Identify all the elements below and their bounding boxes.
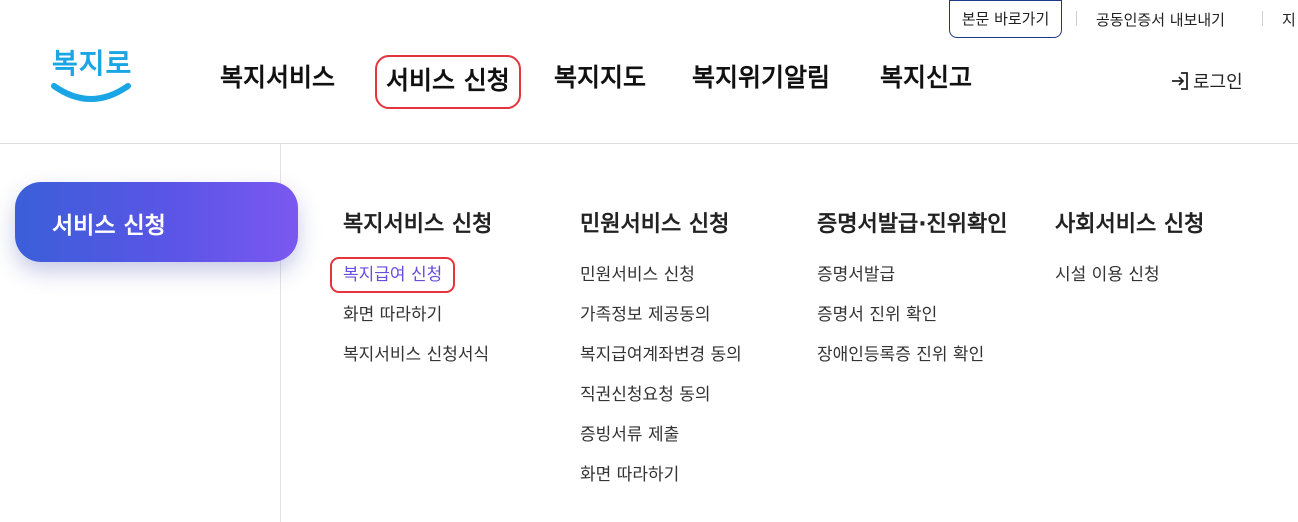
gnb-item-welfare-report[interactable]: 복지신고	[880, 56, 972, 100]
menu-list: 민원서비스 신청 가족정보 제공동의 복지급여계좌변경 동의 직권신청요청 동의…	[580, 262, 742, 502]
header-divider	[0, 143, 1298, 144]
menu-column-title: 사회서비스 신청	[1055, 212, 1205, 237]
gnb-item-welfare-map[interactable]: 복지지도	[554, 56, 646, 100]
menu-item[interactable]: 증빙서류 제출	[580, 422, 742, 462]
menu-item[interactable]: 증명서 진위 확인	[817, 302, 1008, 342]
menu-column-certificate: 증명서발급·진위확인 증명서발급 증명서 진위 확인 장애인등록증 진위 확인	[817, 208, 1008, 382]
menu-column-title: 민원서비스 신청	[580, 212, 730, 237]
utility-link-truncated[interactable]: 지	[1282, 9, 1296, 30]
side-category-card: 서비스 신청	[15, 182, 298, 262]
menu-item[interactable]: 시설 이용 신청	[1055, 262, 1204, 302]
menu-item[interactable]: 직권신청요청 동의	[580, 382, 742, 422]
menu-item[interactable]: 장애인등록증 진위 확인	[817, 342, 1008, 382]
menu-item-welfare-benefit-apply[interactable]: 복지급여 신청	[330, 257, 456, 293]
login-button[interactable]: 로그인	[1170, 68, 1243, 94]
menu-item[interactable]: 가족정보 제공동의	[580, 302, 742, 342]
utility-separator	[1262, 11, 1263, 26]
menu-item-label[interactable]: 복지서비스 신청서식	[343, 342, 489, 368]
menu-column-welfare-service: 복지서비스 신청 복지급여 신청 화면 따라하기 복지서비스 신청서식	[330, 208, 493, 382]
menu-item-label[interactable]: 증명서발급	[817, 262, 895, 288]
skip-to-content-link[interactable]: 본문 바로가기	[949, 0, 1062, 38]
gnb-item-welfare-service[interactable]: 복지서비스	[220, 56, 335, 100]
menu-item-label[interactable]: 복지급여계좌변경 동의	[580, 342, 742, 368]
menu-item-label[interactable]: 직권신청요청 동의	[580, 382, 711, 408]
side-category-title: 서비스 신청	[52, 213, 166, 239]
site-logo[interactable]: 복지로	[46, 40, 136, 110]
menu-list: 복지급여 신청 화면 따라하기 복지서비스 신청서식	[330, 257, 492, 382]
menu-item-label[interactable]: 가족정보 제공동의	[580, 302, 711, 328]
gnb-item-service-application[interactable]: 서비스 신청	[375, 55, 521, 109]
menu-column-social-service: 사회서비스 신청 시설 이용 신청	[1055, 208, 1204, 302]
login-arrow-icon	[1172, 72, 1188, 90]
menu-column-title: 증명서발급·진위확인	[817, 212, 1008, 237]
menu-item[interactable]: 증명서발급	[817, 262, 1008, 302]
menu-item-label[interactable]: 시설 이용 신청	[1055, 262, 1160, 288]
menu-item[interactable]: 복지급여 신청	[330, 257, 492, 302]
gnb-item-crisis-alert[interactable]: 복지위기알림	[692, 56, 830, 100]
menu-column-civil-service: 민원서비스 신청 민원서비스 신청 가족정보 제공동의 복지급여계좌변경 동의 …	[580, 208, 742, 502]
menu-item[interactable]: 화면 따라하기	[580, 462, 742, 502]
menu-item[interactable]: 민원서비스 신청	[580, 262, 742, 302]
menu-item[interactable]: 화면 따라하기	[343, 302, 492, 342]
menu-item[interactable]: 복지서비스 신청서식	[343, 342, 492, 382]
menu-item-label[interactable]: 민원서비스 신청	[580, 262, 695, 288]
menu-item[interactable]: 복지급여계좌변경 동의	[580, 342, 742, 382]
menu-item-label[interactable]: 증빙서류 제출	[580, 422, 679, 448]
menu-column-title: 복지서비스 신청	[343, 212, 493, 237]
menu-item-label[interactable]: 화면 따라하기	[580, 462, 679, 488]
menu-item-label[interactable]: 화면 따라하기	[343, 302, 442, 328]
menu-list: 시설 이용 신청	[1055, 262, 1204, 302]
smile-curve-icon	[51, 83, 131, 102]
cert-export-link[interactable]: 공동인증서 내보내기	[1096, 9, 1225, 30]
utility-bar: 본문 바로가기 공동인증서 내보내기 지	[0, 0, 1298, 40]
menu-list: 증명서발급 증명서 진위 확인 장애인등록증 진위 확인	[817, 262, 1008, 382]
logo-text: 복지로	[52, 47, 133, 80]
menu-item-label[interactable]: 장애인등록증 진위 확인	[817, 342, 984, 368]
login-label: 로그인	[1193, 72, 1243, 93]
menu-item-label[interactable]: 증명서 진위 확인	[817, 302, 937, 328]
utility-separator	[1076, 11, 1077, 26]
